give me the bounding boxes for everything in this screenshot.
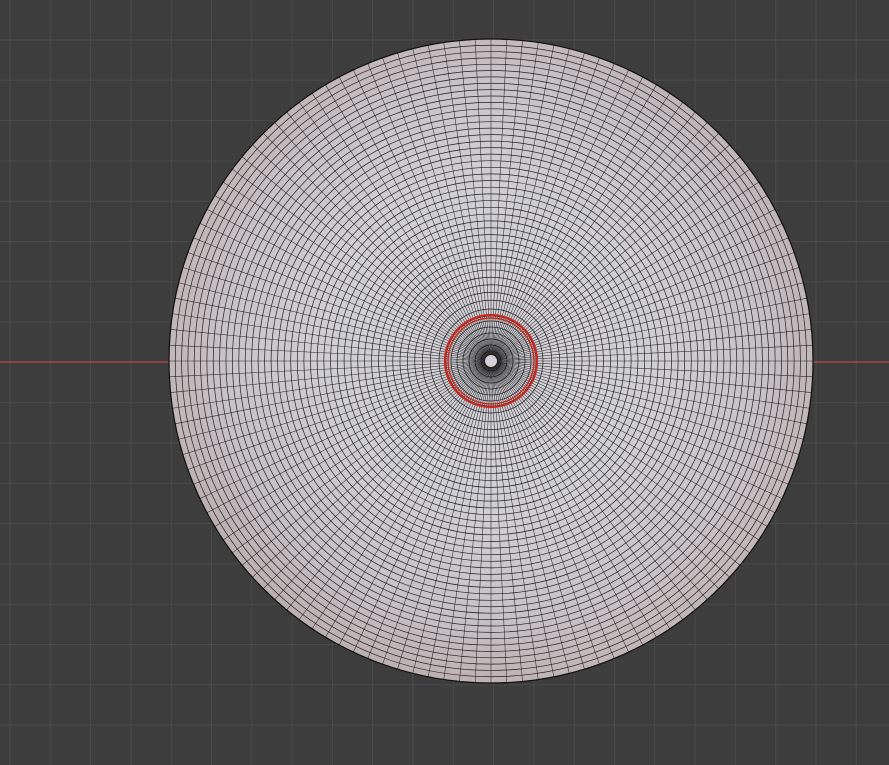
- 3d-viewport[interactable]: [0, 0, 889, 765]
- viewport-canvas[interactable]: [0, 0, 889, 765]
- disc-mesh[interactable]: [168, 38, 814, 684]
